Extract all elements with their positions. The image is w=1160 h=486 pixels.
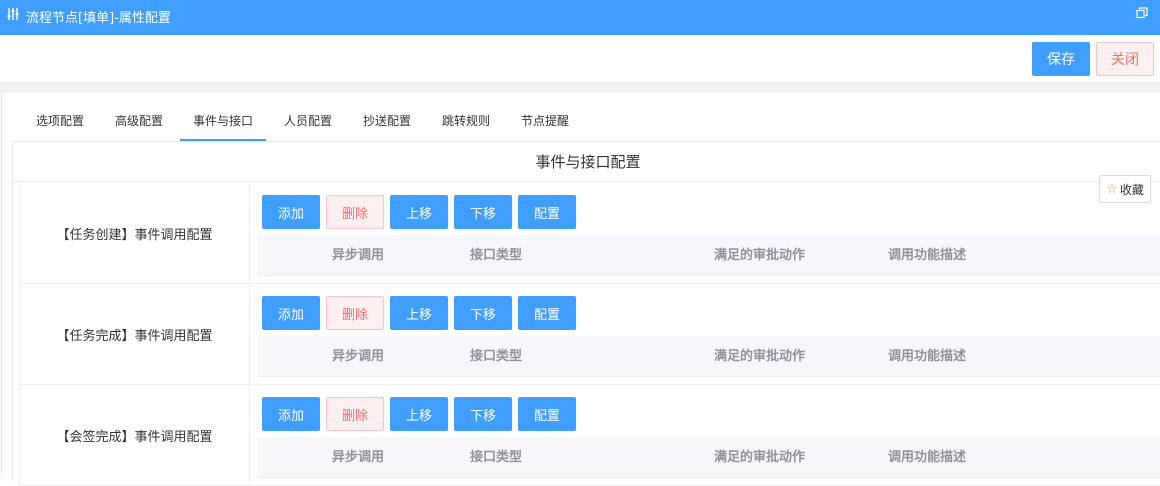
close-button[interactable]: 关闭 [1096,42,1154,76]
add-button[interactable]: 添加 [262,397,320,431]
tab-events-interfaces[interactable]: 事件与接口 [180,107,266,141]
column-header-description: 调用功能描述 [888,349,967,364]
top-toolbar: 保存 关闭 [0,35,1160,83]
move-down-button[interactable]: 下移 [454,397,512,431]
row-label: 【任务完成】事件调用配置 [20,284,250,384]
event-row-task-completed: 【任务完成】事件调用配置 添加 删除 上移 下移 配置 异步调用 接口类型 满足… [19,284,1160,385]
column-header-async: 异步调用 [332,450,385,465]
tab-jump-rules[interactable]: 跳转规则 [430,107,502,141]
save-button[interactable]: 保存 [1032,42,1090,76]
tab-personnel[interactable]: 人员配置 [272,107,344,141]
table-header: 异步调用 接口类型 满足的审批动作 调用功能描述 [257,336,1160,377]
move-up-button[interactable]: 上移 [390,296,448,330]
window-title: 流程节点[填单]-属性配置 [26,11,171,26]
column-header-description: 调用功能描述 [888,248,967,263]
sliders-icon [6,7,20,24]
toolbar-divider [0,83,1160,93]
delete-button[interactable]: 删除 [326,397,384,431]
column-header-approval-action: 满足的审批动作 [714,349,806,364]
window-titlebar: 流程节点[填单]-属性配置 [0,0,1160,35]
column-header-async: 异步调用 [332,349,385,364]
star-icon: ☆ [1106,181,1118,197]
favorite-label: 收藏 [1119,182,1144,197]
add-button[interactable]: 添加 [262,195,320,229]
config-button[interactable]: 配置 [518,195,576,229]
move-up-button[interactable]: 上移 [390,397,448,431]
move-up-button[interactable]: 上移 [390,195,448,229]
tab-node-reminder[interactable]: 节点提醒 [509,107,581,141]
tab-bar: 选项配置 高级配置 事件与接口 人员配置 抄送配置 跳转规则 节点提醒 [2,107,1160,141]
config-button[interactable]: 配置 [518,296,576,330]
column-header-interface-type: 接口类型 [470,450,523,465]
delete-button[interactable]: 删除 [326,195,384,229]
event-row-task-created: 【任务创建】事件调用配置 添加 删除 上移 下移 配置 异步调用 接口类型 满足… [19,183,1160,284]
tab-advanced[interactable]: 高级配置 [103,107,175,141]
column-header-description: 调用功能描述 [888,450,967,465]
config-button[interactable]: 配置 [518,397,576,431]
table-header: 异步调用 接口类型 满足的审批动作 调用功能描述 [257,437,1160,478]
table-header: 异步调用 接口类型 满足的审批动作 调用功能描述 [257,235,1160,276]
restore-window-icon[interactable] [1136,7,1148,22]
events-content: 事件与接口配置 【任务创建】事件调用配置 添加 删除 上移 下移 配置 异步调用… [12,141,1160,486]
move-down-button[interactable]: 下移 [454,296,512,330]
move-down-button[interactable]: 下移 [454,195,512,229]
row-label: 【会签完成】事件调用配置 [20,385,250,485]
column-header-async: 异步调用 [332,248,385,263]
column-header-interface-type: 接口类型 [470,349,523,364]
column-header-interface-type: 接口类型 [470,248,523,263]
config-panel: 选项配置 高级配置 事件与接口 人员配置 抄送配置 跳转规则 节点提醒 事件与接… [1,93,1160,486]
favorite-button[interactable]: ☆ 收藏 [1099,175,1151,203]
add-button[interactable]: 添加 [262,296,320,330]
row-label: 【任务创建】事件调用配置 [20,183,250,283]
column-header-approval-action: 满足的审批动作 [714,248,806,263]
tab-options[interactable]: 选项配置 [24,107,96,141]
tab-cc[interactable]: 抄送配置 [351,107,423,141]
column-header-approval-action: 满足的审批动作 [714,450,806,465]
event-row-countersign-completed: 【会签完成】事件调用配置 添加 删除 上移 下移 配置 异步调用 接口类型 满足… [19,385,1160,486]
delete-button[interactable]: 删除 [326,296,384,330]
section-title: 事件与接口配置 [13,142,1160,182]
